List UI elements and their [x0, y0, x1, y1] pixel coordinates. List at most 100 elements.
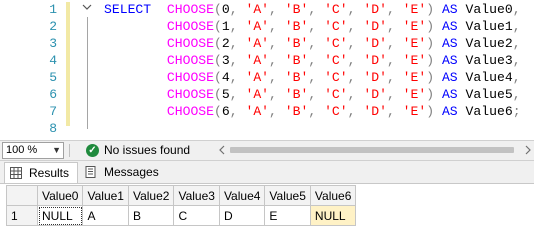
column-header[interactable]: Value3 [173, 185, 220, 206]
grid-cell[interactable]: E [264, 205, 311, 226]
punctuation: , [386, 104, 403, 119]
punctuation: , [512, 2, 521, 17]
line-number: 2 [49, 19, 57, 34]
tab-results-label: Results [29, 166, 70, 180]
column-header[interactable]: Value4 [218, 185, 266, 206]
column-alias: Value4 [457, 70, 513, 85]
punctuation: ) [426, 104, 435, 119]
string-literal: 'E' [402, 2, 427, 17]
sql-keyword: AS [441, 87, 458, 102]
punctuation: ; [512, 104, 521, 119]
string-literal: 'A' [245, 2, 270, 17]
punctuation: , [308, 19, 325, 34]
punctuation: , [308, 2, 325, 17]
sql-keyword: AS [441, 104, 458, 119]
punctuation: , [308, 53, 325, 68]
grid-cell[interactable]: NULL [36, 205, 84, 226]
messages-icon [85, 166, 96, 178]
string-literal: 'C' [324, 36, 348, 51]
sql-keyword: AS [441, 36, 458, 51]
punctuation: , [229, 104, 246, 119]
chevron-down-icon[interactable]: ▼ [52, 143, 61, 158]
string-literal: 'D' [363, 36, 387, 51]
punctuation: , [308, 36, 325, 51]
grid-cell[interactable]: A [82, 205, 129, 226]
punctuation: , [229, 53, 246, 68]
string-literal: 'A' [245, 104, 270, 119]
corner-cell[interactable] [6, 185, 38, 206]
line-number: 7 [49, 104, 57, 119]
number-literal: 1 [221, 19, 230, 34]
column-header[interactable]: Value0 [36, 185, 84, 206]
string-literal: 'D' [363, 19, 387, 34]
punctuation: , [347, 87, 364, 102]
punctuation: , [386, 2, 403, 17]
punctuation: , [512, 19, 521, 34]
function-name: CHOOSE [166, 53, 215, 68]
punctuation: , [347, 19, 364, 34]
table-row[interactable]: 1 NULL A B C D E NULL [6, 205, 357, 226]
zoom-dropdown[interactable]: 100 % ▼ [2, 142, 64, 159]
column-alias: Value1 [457, 19, 513, 34]
horizontal-scrollbar[interactable] [218, 144, 534, 156]
string-literal: 'A' [245, 87, 270, 102]
code-line[interactable]: CHOOSE(5, 'A', 'B', 'C', 'D', 'E') AS Va… [104, 86, 521, 103]
column-header[interactable]: Value5 [264, 185, 311, 206]
string-literal: 'B' [284, 2, 309, 17]
punctuation: ( [214, 87, 222, 102]
row-number[interactable]: 1 [6, 205, 38, 226]
code-line[interactable]: CHOOSE(2, 'A', 'B', 'C', 'D', 'E') AS Va… [104, 35, 521, 52]
punctuation: , [512, 87, 521, 102]
punctuation: ( [214, 70, 222, 85]
function-name: CHOOSE [166, 87, 215, 102]
number-literal: 4 [221, 70, 230, 85]
tab-messages[interactable]: Messages [80, 162, 159, 182]
punctuation: , [269, 87, 285, 102]
tab-results[interactable]: Results [4, 162, 78, 183]
grid-cell[interactable]: B [127, 205, 175, 226]
sql-keyword: AS [441, 19, 458, 34]
results-pane: Results Messages Value0 Value1 Value2 Va… [0, 161, 534, 244]
code-line[interactable]: CHOOSE(3, 'A', 'B', 'C', 'D', 'E') AS Va… [104, 52, 521, 69]
grid-cell[interactable]: C [173, 205, 220, 226]
divider [69, 144, 70, 157]
column-alias: Value5 [457, 87, 513, 102]
function-name: CHOOSE [166, 104, 215, 119]
punctuation: , [229, 70, 246, 85]
sql-keyword: AS [441, 53, 458, 68]
code-line[interactable]: CHOOSE(1, 'A', 'B', 'C', 'D', 'E') AS Va… [104, 18, 521, 35]
sql-editor[interactable]: 1 2 3 4 5 6 7 8 SELECT CHOOSE(0, 'A', 'B… [0, 0, 534, 140]
grid-cell[interactable]: NULL [309, 205, 357, 226]
string-literal: 'D' [363, 87, 387, 102]
punctuation: , [269, 53, 285, 68]
code-line[interactable]: CHOOSE(4, 'A', 'B', 'C', 'D', 'E') AS Va… [104, 69, 521, 86]
punctuation: , [347, 36, 364, 51]
punctuation: , [229, 36, 246, 51]
editor-status-bar: 100 % ▼ ✓ No issues found [0, 140, 534, 161]
string-literal: 'C' [324, 87, 348, 102]
punctuation: , [512, 70, 521, 85]
punctuation: ) [426, 19, 435, 34]
punctuation: , [386, 70, 403, 85]
column-header[interactable]: Value1 [82, 185, 129, 206]
code-line[interactable]: CHOOSE(6, 'A', 'B', 'C', 'D', 'E') AS Va… [104, 103, 521, 120]
results-grid[interactable]: Value0 Value1 Value2 Value3 Value4 Value… [6, 185, 357, 226]
string-literal: 'E' [402, 53, 427, 68]
punctuation: ) [426, 2, 435, 17]
punctuation: , [512, 36, 521, 51]
grid-cell[interactable]: D [218, 205, 266, 226]
collapse-chevron-icon[interactable] [80, 2, 94, 16]
column-header[interactable]: Value2 [127, 185, 175, 206]
punctuation: , [269, 19, 285, 34]
string-literal: 'E' [402, 87, 427, 102]
code-line[interactable]: SELECT CHOOSE(0, 'A', 'B', 'C', 'D', 'E'… [104, 1, 521, 18]
sql-keyword: AS [441, 70, 458, 85]
column-header[interactable]: Value6 [309, 185, 357, 206]
string-literal: 'A' [245, 19, 270, 34]
